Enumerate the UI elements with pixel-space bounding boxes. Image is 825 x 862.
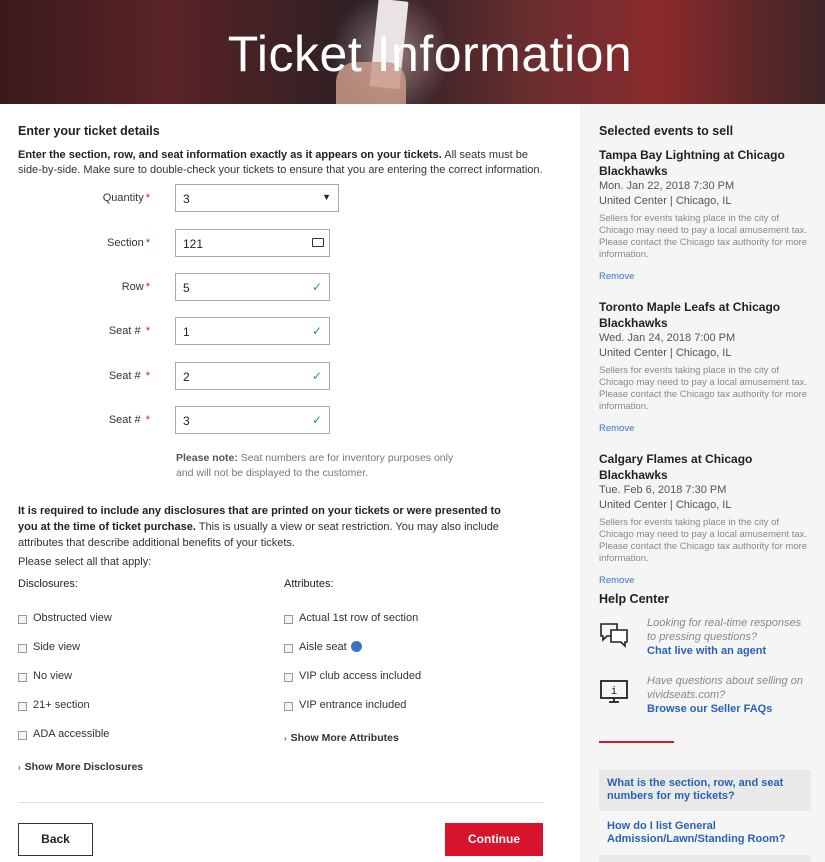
remove-event-link[interactable]: Remove — [599, 423, 814, 434]
event-name: Toronto Maple Leafs at Chicago Blackhawk… — [599, 300, 781, 330]
checkbox[interactable] — [284, 702, 293, 711]
checkmark-icon: ✓ — [311, 324, 322, 338]
ticket-details-heading: Enter your ticket details — [18, 124, 160, 138]
row-label: Row * — [121, 281, 150, 293]
checkbox[interactable] — [284, 615, 293, 624]
event-card-1: Tampa Bay Lightning at Chicago Blackhawk… — [599, 147, 814, 282]
dropdown-arrow-icon: ▼ — [322, 192, 331, 202]
divider — [18, 802, 543, 803]
section-input[interactable]: 121 — [175, 229, 330, 257]
checkbox[interactable] — [18, 673, 27, 682]
seat-value-2: 2 — [183, 370, 190, 384]
chat-help-item: Looking for real-time responses to press… — [599, 616, 814, 658]
checkmark-icon: ✓ — [311, 369, 322, 383]
section-row: Section * 121 — [0, 229, 330, 259]
checkbox[interactable] — [284, 644, 293, 653]
seat-input-1[interactable]: 1 ✓ — [175, 317, 330, 345]
id-card-icon — [312, 238, 324, 247]
quantity-value: 3 — [183, 192, 190, 206]
event-name: Tampa Bay Lightning at Chicago Blackhawk… — [599, 148, 785, 178]
checkbox[interactable] — [18, 702, 27, 711]
seat-value-3: 3 — [183, 414, 190, 428]
checkbox[interactable] — [284, 673, 293, 682]
seat-label: Seat # * — [108, 414, 150, 426]
disclosures-heading: Disclosures: — [18, 578, 78, 590]
quantity-row: Quantity * 3 ▼ — [0, 184, 339, 214]
instructions-bold: Enter the section, row, and seat informa… — [18, 149, 442, 161]
seat-value-1: 1 — [183, 325, 190, 339]
show-more-attributes-link[interactable]: › Show More Attributes — [284, 732, 399, 744]
tax-note: Sellers for events taking place in the c… — [599, 517, 808, 564]
event-card-2: Toronto Maple Leafs at Chicago Blackhawk… — [599, 299, 814, 434]
seat-note: Please note: Seat numbers are for invent… — [176, 452, 454, 479]
event-name: Calgary Flames at Chicago Blackhawks — [599, 452, 753, 482]
seat-row-2: Seat # * 2 ✓ — [0, 362, 330, 392]
checkmark-icon: ✓ — [311, 280, 322, 294]
event-venue: United Center | Chicago, IL — [599, 195, 732, 207]
chat-bubbles-icon — [600, 623, 628, 648]
caret-right-icon: › — [18, 763, 21, 772]
seat-input-2[interactable]: 2 ✓ — [175, 362, 330, 390]
row-value: 5 — [183, 281, 190, 295]
event-venue: United Center | Chicago, IL — [599, 499, 732, 511]
show-more-disclosures-link[interactable]: › Show More Disclosures — [18, 761, 143, 773]
remove-event-link[interactable]: Remove — [599, 271, 814, 282]
seat-input-3[interactable]: 3 ✓ — [175, 406, 330, 434]
attributes-heading: Attributes: — [284, 578, 334, 590]
checkmark-icon: ✓ — [311, 413, 322, 427]
seat-label: Seat # * — [108, 325, 150, 337]
quantity-select[interactable]: 3 ▼ — [175, 184, 339, 212]
faq-help-item: i Have questions about selling on vivids… — [599, 674, 814, 716]
event-date: Mon. Jan 22, 2018 7:30 PM — [599, 180, 735, 192]
chat-live-link[interactable]: Chat live with an agent — [647, 645, 766, 657]
section-label: Section * — [107, 237, 150, 249]
select-all-label: Please select all that apply: — [18, 556, 152, 568]
checkbox[interactable] — [18, 615, 27, 624]
seat-row-3: Seat # * 3 ✓ — [0, 406, 330, 436]
section-value: 121 — [183, 237, 204, 251]
caret-right-icon: › — [284, 734, 287, 743]
event-card-3: Calgary Flames at Chicago Blackhawks Tue… — [599, 451, 814, 586]
ticket-details-section: Enter your ticket details Enter the sect… — [18, 124, 548, 178]
svg-text:i: i — [611, 684, 618, 697]
checkbox[interactable] — [18, 731, 27, 740]
tax-note: Sellers for events taking place in the c… — [599, 213, 808, 260]
selected-events-heading: Selected events to sell — [599, 124, 734, 138]
page-title: Ticket Information — [227, 26, 633, 82]
seller-faqs-link[interactable]: Browse our Seller FAQs — [647, 703, 772, 715]
checkbox[interactable] — [18, 644, 27, 653]
row-row: Row * 5 ✓ — [0, 273, 330, 303]
event-venue: United Center | Chicago, IL — [599, 347, 732, 359]
ticket-details-instructions: Enter the section, row, and seat informa… — [18, 148, 548, 178]
seat-row-1: Seat # * 1 ✓ — [0, 317, 330, 347]
faq-question: Have questions about selling on vividsea… — [647, 675, 803, 701]
help-center-heading: Help Center — [599, 592, 670, 606]
faq-item-next[interactable] — [599, 855, 811, 862]
tax-note: Sellers for events taking place in the c… — [599, 365, 808, 412]
continue-button[interactable]: Continue — [445, 823, 543, 856]
chat-question: Looking for real-time responses to press… — [647, 617, 802, 643]
disclosures-instructions: It is required to include any disclosure… — [18, 505, 501, 549]
seat-label: Seat # * — [108, 370, 150, 382]
row-input[interactable]: 5 ✓ — [175, 273, 330, 301]
hero-banner: Ticket Information — [0, 0, 825, 104]
info-monitor-icon: i — [600, 680, 628, 703]
back-button[interactable]: Back — [18, 823, 93, 856]
remove-event-link[interactable]: Remove — [599, 575, 814, 586]
accent-rule — [599, 741, 674, 743]
quantity-label: Quantity * — [102, 192, 150, 204]
info-dot-icon[interactable] — [351, 641, 362, 652]
faq-item-general-admission[interactable]: How do I list General Admission/Lawn/Sta… — [599, 813, 811, 853]
event-date: Tue. Feb 6, 2018 7:30 PM — [599, 484, 727, 496]
faq-item-seat-numbers[interactable]: What is the section, row, and seat numbe… — [599, 770, 811, 811]
event-date: Wed. Jan 24, 2018 7:00 PM — [599, 332, 736, 344]
